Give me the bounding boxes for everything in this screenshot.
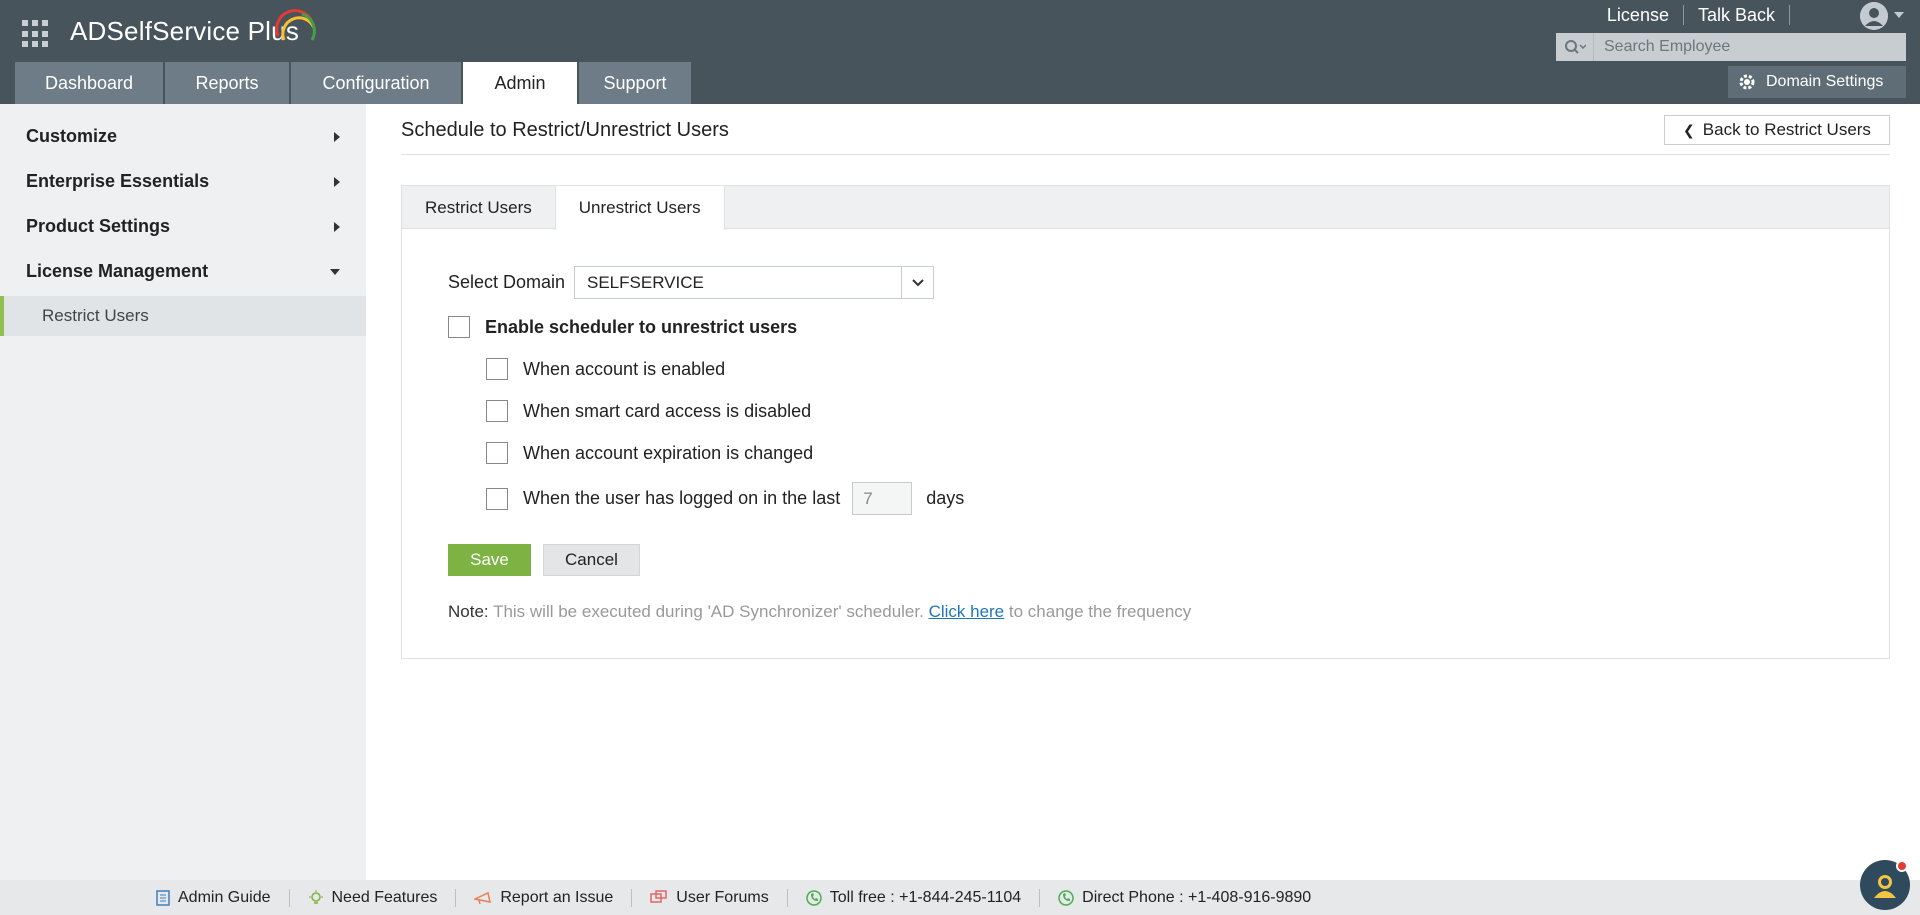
sidebar-item-label: Product Settings	[26, 216, 171, 236]
logo-arc-icon	[275, 9, 316, 41]
footer-direct-phone: Direct Phone : +1-408-916-9890	[1058, 889, 1329, 907]
note-label: Note:	[448, 602, 489, 621]
user-menu-caret-icon[interactable]	[1894, 12, 1904, 18]
days-unit-label: days	[926, 488, 965, 508]
divider	[786, 888, 788, 907]
search-input[interactable]	[1594, 38, 1894, 56]
forum-icon	[650, 889, 668, 903]
sidebar-item-license-management[interactable]: License Management	[0, 249, 366, 294]
enable-scheduler-checkbox[interactable]	[448, 316, 470, 338]
option-row: When smart card access is disabled	[486, 400, 811, 422]
chevron-down-icon[interactable]	[901, 267, 933, 298]
panel-tabs: Restrict Users Unrestrict Users	[402, 186, 1889, 230]
divider	[288, 888, 290, 907]
enable-scheduler-row: Enable scheduler to unrestrict users	[448, 316, 797, 338]
option-label: When account is enabled	[523, 358, 726, 379]
option-row: When account is enabled	[486, 358, 725, 380]
domain-select[interactable]: SELFSERVICE	[574, 266, 934, 299]
sidebar-item-customize[interactable]: Customize	[0, 114, 366, 159]
talk-back-link[interactable]: Talk Back	[1684, 5, 1789, 26]
click-here-link[interactable]: Click here	[929, 602, 1005, 621]
employee-search	[1556, 33, 1906, 61]
option-label: When smart card access is disabled	[523, 400, 812, 421]
tab-configuration[interactable]: Configuration	[291, 62, 461, 104]
tab-support[interactable]: Support	[579, 62, 691, 104]
account-enabled-checkbox[interactable]	[486, 358, 508, 380]
footer-label: Report an Issue	[500, 888, 614, 906]
tab-reports[interactable]: Reports	[165, 62, 289, 104]
cancel-button[interactable]: Cancel	[543, 544, 640, 576]
top-links: License Talk Back	[1593, 4, 1790, 26]
select-domain-label: Select Domain	[448, 272, 566, 292]
page-title: Schedule to Restrict/Unrestrict Users	[401, 119, 729, 141]
license-link[interactable]: License	[1593, 5, 1683, 26]
footer-label: Need Features	[331, 888, 438, 906]
footer-report-issue[interactable]: Report an Issue	[474, 889, 631, 907]
gear-icon	[1739, 74, 1755, 90]
main-nav: Dashboard Reports Configuration Admin Su…	[15, 62, 693, 104]
search-icon[interactable]	[1556, 33, 1594, 61]
note-suffix: to change the frequency	[1008, 602, 1192, 621]
domain-select-value: SELFSERVICE	[587, 272, 704, 292]
phone-icon	[1058, 889, 1074, 906]
days-input[interactable]	[852, 482, 913, 515]
tab-dashboard[interactable]: Dashboard	[15, 62, 163, 104]
divider	[1039, 888, 1041, 907]
sidebar-item-label: Enterprise Essentials	[26, 171, 210, 191]
footer-need-features[interactable]: Need Features	[308, 889, 456, 907]
tab-restrict-users[interactable]: Restrict Users	[402, 186, 555, 229]
footer-label: Direct Phone : +1-408-916-9890	[1082, 888, 1312, 906]
logged-on-label: When the user has logged on in the last	[523, 488, 841, 508]
option-row: When account expiration is changed	[486, 442, 813, 464]
tab-unrestrict-users[interactable]: Unrestrict Users	[554, 186, 725, 230]
sidebar-item-enterprise-essentials[interactable]: Enterprise Essentials	[0, 159, 366, 204]
chat-bot-icon	[1874, 875, 1896, 898]
document-icon	[156, 889, 170, 906]
report-issue-icon	[474, 891, 492, 904]
back-button-label: Back to Restrict Users	[1702, 120, 1871, 139]
chevron-right-icon	[334, 221, 340, 232]
chevron-right-icon	[334, 176, 340, 187]
back-to-restrict-users-button[interactable]: ❮ Back to Restrict Users	[1664, 115, 1890, 145]
option-label: When account expiration is changed	[523, 442, 814, 463]
app-logo[interactable]: ADSelfService Plus	[70, 16, 299, 47]
logged-on-checkbox[interactable]	[486, 487, 508, 510]
lightbulb-icon	[308, 889, 323, 904]
account-expiration-changed-checkbox[interactable]	[486, 442, 508, 464]
option-row: When the user has logged on in the last …	[486, 482, 964, 515]
footer-toll-free: Toll free : +1-844-245-1104	[806, 889, 1039, 907]
footer: Admin Guide Need Features Report an Issu…	[0, 880, 1920, 915]
notification-dot	[1896, 860, 1908, 872]
domain-settings-label: Domain Settings	[1766, 73, 1884, 90]
sidebar-item-product-settings[interactable]: Product Settings	[0, 204, 366, 249]
divider	[631, 888, 633, 907]
chevron-right-icon	[334, 131, 340, 142]
phone-icon	[806, 889, 822, 906]
note: Note: This will be executed during 'AD S…	[448, 602, 1191, 622]
sidebar: Customize Enterprise Essentials Product …	[0, 104, 366, 880]
enable-scheduler-label: Enable scheduler to unrestrict users	[485, 316, 798, 337]
divider	[1789, 5, 1790, 25]
footer-label: Toll free : +1-844-245-1104	[829, 888, 1022, 906]
apps-grid-icon[interactable]	[22, 20, 50, 48]
divider	[455, 888, 457, 907]
sidebar-subitem-restrict-users[interactable]: Restrict Users	[0, 296, 366, 336]
save-button[interactable]: Save	[448, 544, 531, 576]
footer-admin-guide[interactable]: Admin Guide	[156, 889, 289, 907]
user-avatar-icon[interactable]	[1860, 2, 1888, 30]
header: ADSelfService Plus License Talk Back Das…	[0, 0, 1920, 104]
chevron-left-icon: ❮	[1683, 121, 1695, 138]
tab-admin[interactable]: Admin	[463, 62, 577, 104]
footer-user-forums[interactable]: User Forums	[650, 889, 786, 907]
note-text: This will be executed during 'AD Synchro…	[493, 602, 924, 621]
sidebar-item-label: License Management	[26, 261, 209, 281]
chevron-down-icon	[330, 268, 340, 275]
footer-label: Admin Guide	[178, 888, 271, 906]
schedule-panel: Restrict Users Unrestrict Users Select D…	[401, 185, 1890, 659]
domain-settings-button[interactable]: Domain Settings	[1728, 66, 1906, 98]
divider	[401, 154, 1890, 155]
sidebar-item-label: Customize	[26, 126, 118, 146]
smart-card-disabled-checkbox[interactable]	[486, 400, 508, 422]
footer-label: User Forums	[676, 888, 769, 906]
